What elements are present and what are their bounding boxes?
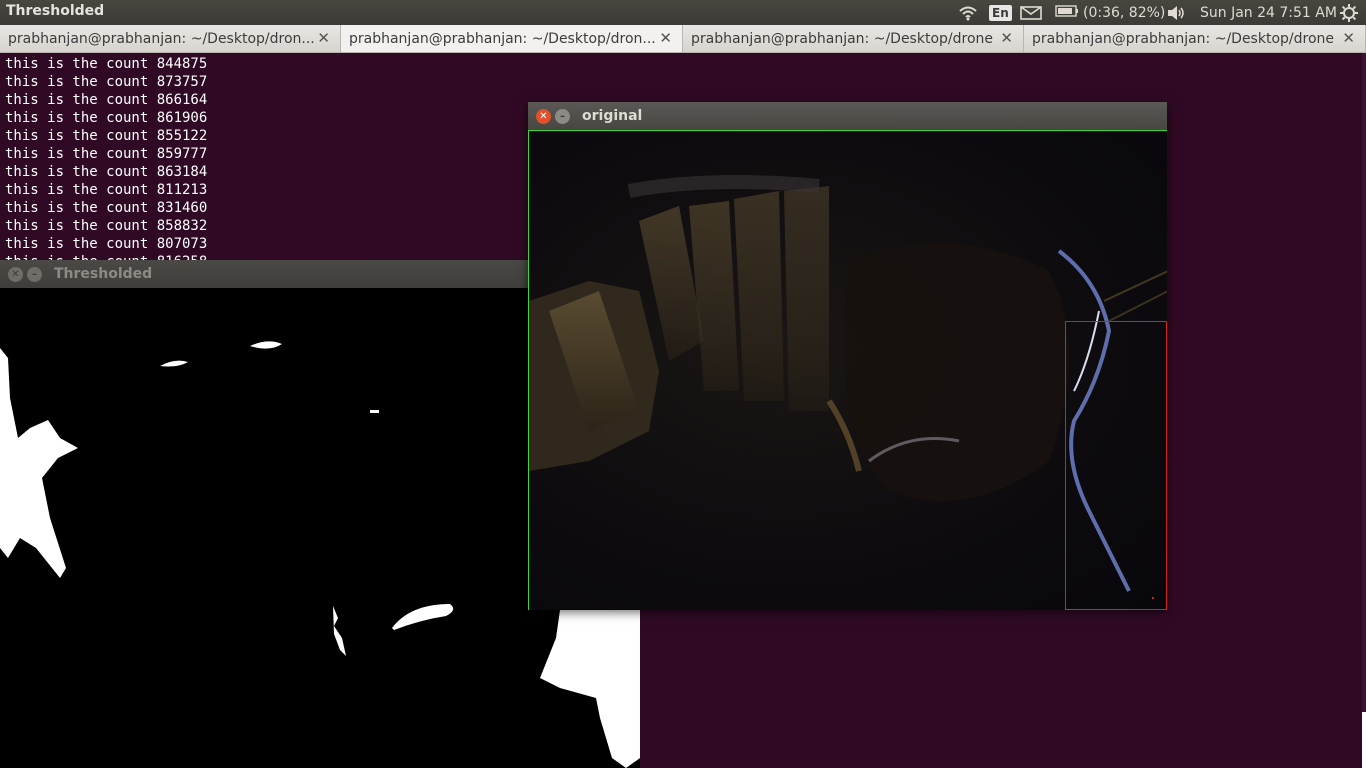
wifi-icon[interactable] [958,0,978,25]
tab-label: prabhanjan@prabhanjan: ~/Desktop/drone [1032,30,1335,47]
centroid-marker [1152,597,1154,599]
close-icon[interactable]: ✕ [659,29,672,47]
original-titlebar[interactable]: ✕ – original [528,102,1167,130]
minimize-button[interactable]: – [555,109,570,124]
keyboard-indicator[interactable]: En [989,0,1012,25]
terminal-tab-bar: prabhanjan@prabhanjan: ~/Desktop/dron...… [0,25,1366,53]
close-button[interactable]: ✕ [8,267,23,282]
clock[interactable]: Sun Jan 24 7:51 AM [1200,0,1337,25]
close-button[interactable]: ✕ [536,109,551,124]
terminal-scrollbar[interactable] [1362,53,1366,768]
tab-label: prabhanjan@prabhanjan: ~/Desktop/dron... [8,30,315,47]
tab-label: prabhanjan@prabhanjan: ~/Desktop/dron... [349,30,656,47]
scrollbar-thumb[interactable] [1362,712,1366,768]
clock-text: Sun Jan 24 7:51 AM [1200,4,1337,21]
terminal-tab-2[interactable]: prabhanjan@prabhanjan: ~/Desktop/dron...… [341,25,683,52]
terminal-tab-4[interactable]: prabhanjan@prabhanjan: ~/Desktop/drone ✕ [1024,25,1366,52]
terminal-line: this is the count 866164 [5,92,208,108]
active-app-title: Thresholded [6,3,105,19]
terminal-line: this is the count 811213 [5,182,208,198]
terminal-line: this is the count 844875 [5,56,208,72]
terminal-line: this is the count 855122 [5,128,208,144]
battery-status: (0:36, 82%) [1083,4,1166,21]
window-title: Thresholded [54,266,153,282]
close-icon[interactable]: ✕ [317,29,330,47]
window-title: original [582,108,643,124]
close-icon[interactable]: ✕ [1342,29,1355,47]
terminal-line: this is the count 863184 [5,164,208,180]
terminal-tab-3[interactable]: prabhanjan@prabhanjan: ~/Desktop/drone ✕ [683,25,1024,52]
mail-icon[interactable] [1020,0,1042,25]
terminal-line: this is the count 831460 [5,200,208,216]
terminal-line: this is the count 859777 [5,146,208,162]
volume-icon[interactable] [1166,0,1186,25]
terminal-tab-1[interactable]: prabhanjan@prabhanjan: ~/Desktop/dron...… [0,25,341,52]
detection-box [1065,321,1167,610]
top-panel: Thresholded En (0:36, 82%) Sun Jan 24 7:… [0,0,1366,25]
close-icon[interactable]: ✕ [1000,29,1013,47]
terminal-line: this is the count 861906 [5,110,208,126]
tab-label: prabhanjan@prabhanjan: ~/Desktop/drone [691,30,994,47]
keyboard-layout-label: En [989,4,1012,21]
terminal-line: this is the count 858832 [5,218,208,234]
gear-icon[interactable] [1340,0,1358,25]
battery-icon [1055,4,1079,21]
original-window[interactable]: ✕ – original [528,102,1167,610]
terminal-line: this is the count 873757 [5,74,208,90]
camera-frame [528,130,1167,610]
terminal-line: this is the count 807073 [5,236,208,252]
minimize-button[interactable]: – [27,267,42,282]
battery-indicator[interactable]: (0:36, 82%) [1055,0,1165,25]
